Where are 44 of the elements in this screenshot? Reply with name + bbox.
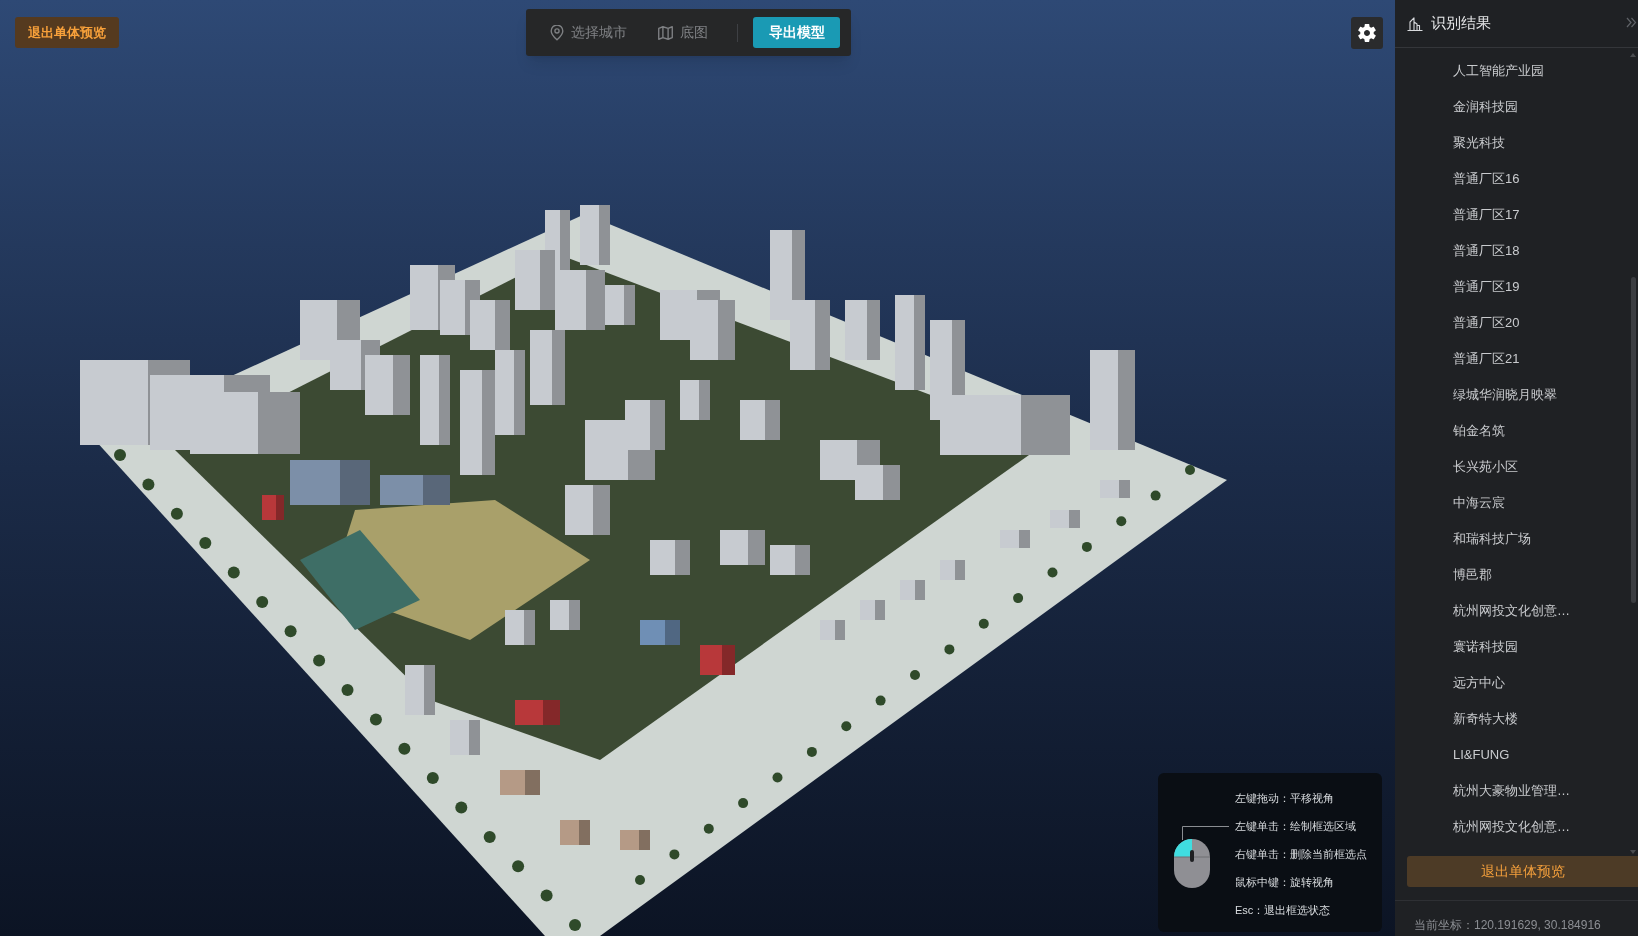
result-list-item[interactable]: 普通厂区18 — [1395, 233, 1638, 269]
result-list-item[interactable]: 普通厂区19 — [1395, 269, 1638, 305]
exit-preview-button[interactable]: 退出单体预览 — [1407, 856, 1638, 887]
settings-button[interactable] — [1351, 17, 1383, 49]
result-list-item[interactable]: 金润科技园 — [1395, 89, 1638, 125]
help-text: 鼠标中键：旋转视角 — [1235, 875, 1335, 890]
result-list-item[interactable]: 新奇特大楼 — [1395, 701, 1638, 737]
map-icon — [658, 25, 673, 40]
result-list-item[interactable]: 杭州大豪物业管理… — [1395, 773, 1638, 809]
panel-title: 识别结果 — [1431, 13, 1491, 34]
exit-preview-button[interactable]: 退出单体预览 — [15, 17, 119, 48]
result-list-item[interactable]: 远方中心 — [1395, 665, 1638, 701]
mouse-icon — [1174, 839, 1210, 888]
result-list-item[interactable]: 普通厂区20 — [1395, 305, 1638, 341]
settings-icon — [1358, 24, 1376, 42]
location-pin-icon — [550, 24, 564, 41]
building-icon — [1407, 16, 1423, 31]
result-list-item[interactable]: 杭州网投文化创意… — [1395, 593, 1638, 629]
help-text: 右键单击：删除当前框选点 — [1235, 847, 1367, 862]
scrollbar-thumb[interactable] — [1631, 277, 1636, 603]
result-list-item[interactable]: 博邑郡 — [1395, 557, 1638, 593]
result-list-item[interactable]: 人工智能产业园 — [1395, 53, 1638, 89]
result-list-item[interactable]: 寰诺科技园 — [1395, 629, 1638, 665]
coordinates-text: 当前坐标：120.191629, 30.184916 — [1414, 917, 1602, 934]
result-list-item[interactable]: 绿城华润晓月映翠 — [1395, 377, 1638, 413]
result-list-item[interactable]: 和瑞科技广场 — [1395, 521, 1638, 557]
scroll-up-icon[interactable] — [1630, 53, 1636, 57]
toolbar-item[interactable]: 选择城市 — [550, 22, 627, 43]
toolbar-item[interactable]: 底图 — [658, 22, 708, 43]
result-list-item[interactable]: 普通厂区17 — [1395, 197, 1638, 233]
result-list-item[interactable]: 杭州网投文化创意… — [1395, 809, 1638, 845]
result-list-item[interactable]: 中海云宸 — [1395, 485, 1638, 521]
result-list-item[interactable]: 普通厂区21 — [1395, 341, 1638, 377]
result-list-item[interactable]: 普通厂区16 — [1395, 161, 1638, 197]
help-text: 左键拖动：平移视角 — [1235, 791, 1335, 806]
result-list-item[interactable]: LI&FUNG — [1395, 737, 1638, 773]
help-text: Esc：退出框选状态 — [1235, 903, 1332, 918]
result-list-item[interactable]: 聚光科技 — [1395, 125, 1638, 161]
result-list-item[interactable]: 长兴苑小区 — [1395, 449, 1638, 485]
leader-line — [1182, 826, 1229, 840]
scroll-down-icon[interactable] — [1630, 850, 1636, 854]
double-chevron-icon[interactable] — [1626, 17, 1637, 28]
result-list-item[interactable]: 铂金名筑 — [1395, 413, 1638, 449]
help-text: 左键单击：绘制框选区域 — [1235, 819, 1357, 834]
